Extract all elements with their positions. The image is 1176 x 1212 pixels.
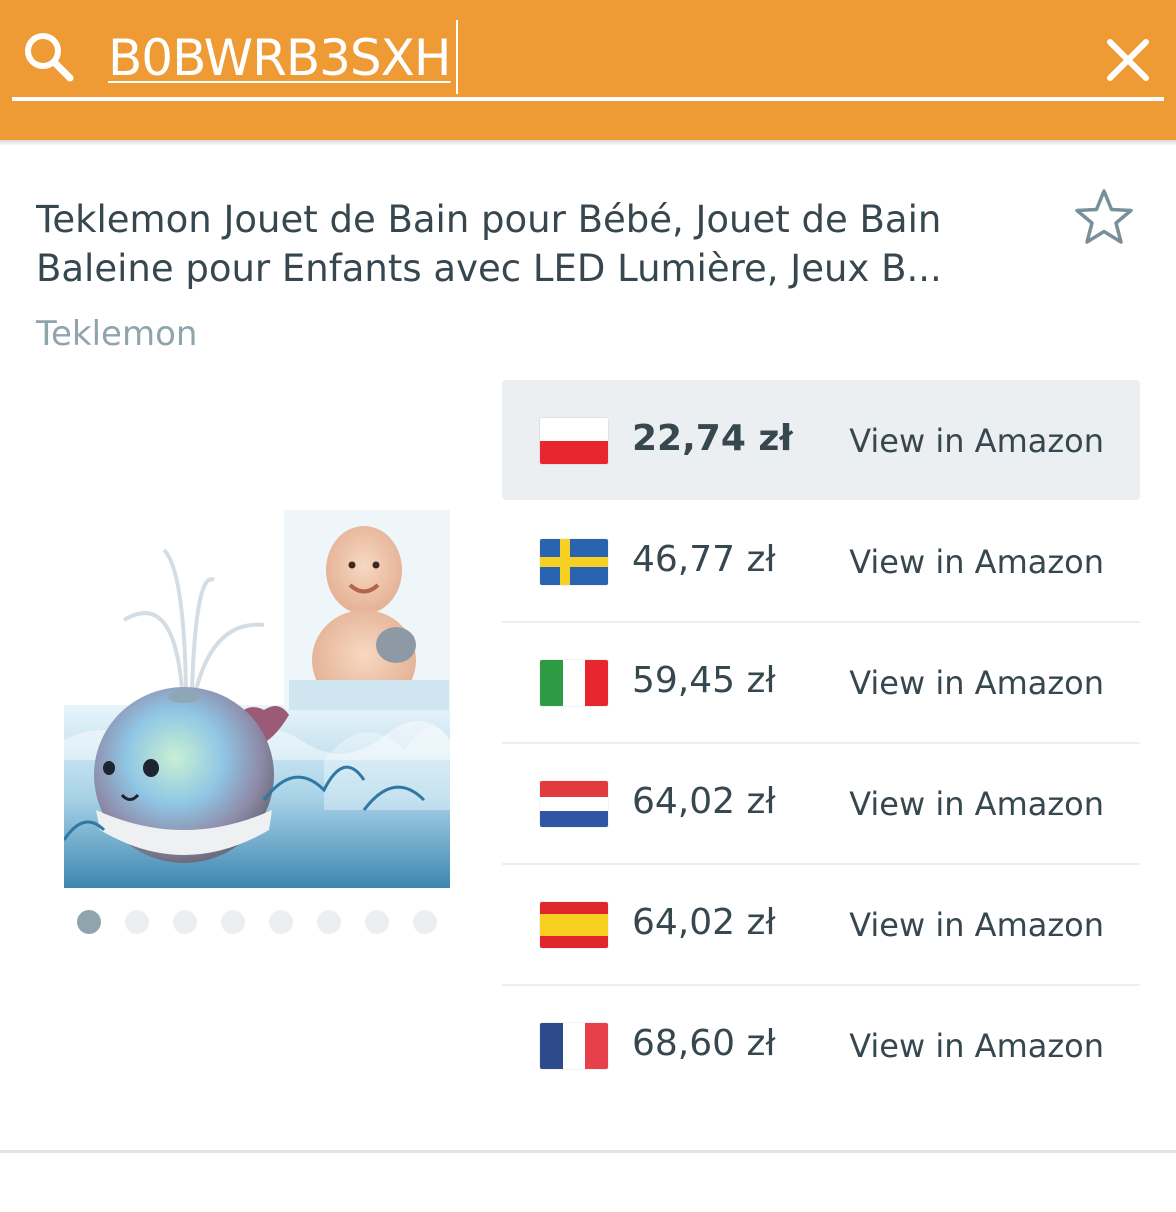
view-in-amazon-link[interactable]: View in Amazon bbox=[849, 906, 1104, 944]
product-image[interactable] bbox=[64, 510, 450, 888]
search-underline bbox=[12, 97, 1164, 101]
price-value: 64,02 zł bbox=[632, 902, 776, 943]
price-value: 59,45 zł bbox=[632, 660, 776, 701]
price-value: 68,60 zł bbox=[632, 1023, 776, 1064]
pl-flag-icon bbox=[540, 418, 608, 464]
view-in-amazon-link[interactable]: View in Amazon bbox=[849, 664, 1104, 702]
view-in-amazon-link[interactable]: View in Amazon bbox=[849, 543, 1104, 581]
price-row-italy[interactable]: 59,45 zł View in Amazon bbox=[502, 622, 1140, 744]
nl-flag-icon bbox=[540, 781, 608, 827]
price-value: 22,74 zł bbox=[632, 418, 793, 459]
price-row-france[interactable]: 68,60 zł View in Amazon bbox=[502, 985, 1140, 1105]
view-in-amazon-link[interactable]: View in Amazon bbox=[849, 1027, 1104, 1065]
view-in-amazon-link[interactable]: View in Amazon bbox=[849, 422, 1104, 460]
price-value: 46,77 zł bbox=[632, 539, 776, 580]
fr-flag-icon bbox=[540, 1023, 608, 1069]
search-input[interactable] bbox=[108, 18, 1008, 98]
carousel-dot[interactable] bbox=[269, 910, 293, 934]
brand-name: Teklemon bbox=[36, 314, 198, 354]
search-bar bbox=[0, 0, 1176, 140]
carousel-dot[interactable] bbox=[77, 910, 101, 934]
price-row-sweden[interactable]: 46,77 zł View in Amazon bbox=[502, 501, 1140, 623]
price-row-spain[interactable]: 64,02 zł View in Amazon bbox=[502, 864, 1140, 986]
search-icon[interactable] bbox=[20, 28, 76, 84]
section-divider bbox=[0, 1150, 1176, 1153]
close-icon[interactable] bbox=[1104, 36, 1152, 84]
price-row-poland[interactable]: 22,74 zł View in Amazon bbox=[502, 380, 1140, 500]
carousel-dot[interactable] bbox=[125, 910, 149, 934]
carousel-dot[interactable] bbox=[317, 910, 341, 934]
carousel-dot[interactable] bbox=[413, 910, 437, 934]
es-flag-icon bbox=[540, 902, 608, 948]
star-icon[interactable] bbox=[1072, 186, 1136, 250]
carousel-dot[interactable] bbox=[365, 910, 389, 934]
product-title: Teklemon Jouet de Bain pour Bébé, Jouet … bbox=[36, 198, 942, 290]
text-caret bbox=[456, 20, 458, 94]
view-in-amazon-link[interactable]: View in Amazon bbox=[849, 785, 1104, 823]
se-flag-icon bbox=[540, 539, 608, 585]
price-row-netherlands[interactable]: 64,02 zł View in Amazon bbox=[502, 743, 1140, 865]
it-flag-icon bbox=[540, 660, 608, 706]
price-value: 64,02 zł bbox=[632, 781, 776, 822]
header-shadow bbox=[0, 140, 1176, 146]
carousel-dot[interactable] bbox=[221, 910, 245, 934]
carousel-dot[interactable] bbox=[173, 910, 197, 934]
